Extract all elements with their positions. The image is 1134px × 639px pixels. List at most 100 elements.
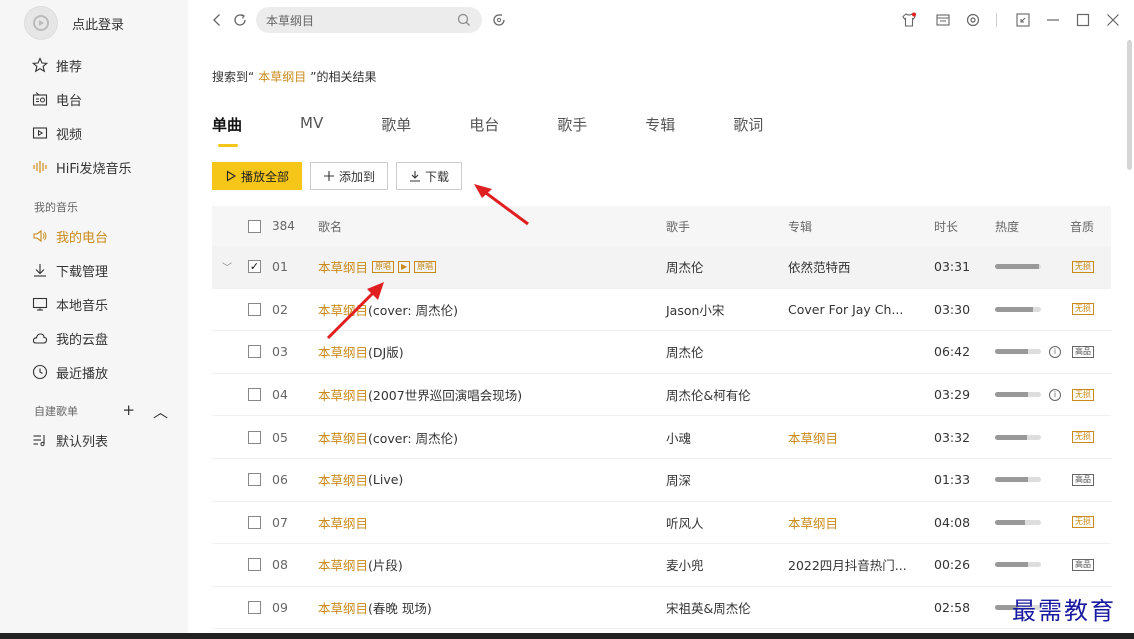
tab-albums[interactable]: 专辑 <box>645 114 675 135</box>
song-title[interactable]: 本草纲目 (cover: 周杰伦) <box>318 428 458 447</box>
skin-button[interactable] <box>900 11 918 29</box>
mini-mode-button[interactable] <box>934 11 952 29</box>
tab-mv[interactable]: MV <box>300 114 323 135</box>
song-title[interactable]: 本草纲目 (春晚 现场) <box>318 598 432 617</box>
song-title[interactable]: 本草纲目 原唱 ▶ 原唱 <box>318 257 437 276</box>
song-title[interactable]: 本草纲目 (片段) <box>318 555 403 574</box>
nav-item-recommend[interactable]: 推荐 <box>0 48 188 82</box>
row-checkbox[interactable] <box>248 302 261 316</box>
play-all-button[interactable]: 播放全部 <box>212 162 303 190</box>
song-title-keyword[interactable]: 本草纲目 <box>318 257 368 276</box>
table-row[interactable]: 05 本草纲目 (cover: 周杰伦) 小魂 本草纲目 03:32 无损 <box>212 416 1111 459</box>
nav-item-recent[interactable]: 最近播放 <box>0 355 188 389</box>
song-title-keyword[interactable]: 本草纲目 <box>318 513 368 532</box>
add-playlist-button[interactable]: + <box>122 401 135 422</box>
search-input[interactable] <box>266 13 456 27</box>
song-album[interactable]: 2022四月抖音热门... <box>788 555 907 574</box>
maximize-button[interactable] <box>1074 11 1092 29</box>
avatar[interactable] <box>24 6 58 40</box>
table-row[interactable]: ﹀01本草纲目原唱▶原唱周杰伦依然范特西03:31无损 <box>212 246 1111 289</box>
login-text[interactable]: 点此登录 <box>72 14 124 33</box>
download-button[interactable]: 下载 <box>396 162 463 190</box>
row-checkbox[interactable] <box>248 345 261 359</box>
song-title-keyword[interactable]: 本草纲目 <box>318 470 368 489</box>
song-badge[interactable]: 原唱 <box>372 260 395 273</box>
table-row[interactable]: 02 本草纲目 (cover: 周杰伦) Jason小宋 Cover For Jay … <box>212 289 1111 332</box>
song-artist[interactable]: 小魂 <box>666 428 691 447</box>
nav-label: 推荐 <box>56 59 83 75</box>
nav-item-video[interactable]: 视频 <box>0 116 188 150</box>
minimize-button[interactable] <box>1044 11 1062 29</box>
song-title-keyword[interactable]: 本草纲目 <box>318 598 368 617</box>
select-all-checkbox[interactable] <box>248 219 261 233</box>
nav-item-local-music[interactable]: 本地音乐 <box>0 287 188 321</box>
table-row[interactable]: 03 本草纲目 (DJ版) 周杰伦 06:42 i 高品 <box>212 331 1111 374</box>
row-checkbox[interactable] <box>248 473 261 487</box>
add-to-button[interactable]: 添加到 <box>310 162 389 190</box>
song-title[interactable]: 本草纲目 (Live) <box>318 470 403 489</box>
song-title[interactable]: 本草纲目 <box>318 513 368 532</box>
row-checkbox[interactable] <box>248 515 261 529</box>
song-title[interactable]: 本草纲目 (2007世界巡回演唱会现场) <box>318 385 522 404</box>
song-artist[interactable]: 周杰伦 <box>666 257 704 276</box>
login-area[interactable]: 点此登录 <box>24 6 124 40</box>
nav-item-default-playlist[interactable]: 默认列表 <box>0 423 188 457</box>
row-checkbox[interactable] <box>248 558 261 572</box>
song-album[interactable]: 本草纲目 <box>788 513 838 532</box>
close-button[interactable] <box>1104 11 1122 29</box>
tab-artists[interactable]: 歌手 <box>557 114 587 135</box>
nav-item-downloads[interactable]: 下载管理 <box>0 253 188 287</box>
table-row[interactable]: 04 本草纲目 (2007世界巡回演唱会现场) 周杰伦&柯有伦 03:29 i 无损 <box>212 374 1111 417</box>
song-album[interactable]: 本草纲目 <box>788 428 838 447</box>
song-artist[interactable]: 宋祖英&周杰伦 <box>666 598 751 617</box>
plus-icon <box>324 171 335 181</box>
song-artist[interactable]: 听风人 <box>666 513 704 532</box>
refresh-button[interactable] <box>231 11 249 29</box>
back-button[interactable] <box>208 11 226 29</box>
collapse-playlists-button[interactable]: ︿ <box>153 401 168 422</box>
table-row[interactable]: 09 本草纲目 (春晚 现场) 宋祖英&周杰伦 02:58 <box>212 587 1111 630</box>
table-row[interactable]: 08 本草纲目 (片段) 麦小兜 2022四月抖音热门... 00:26 高品 <box>212 544 1111 587</box>
song-badge[interactable]: 原唱 <box>414 260 437 273</box>
song-title-keyword[interactable]: 本草纲目 <box>318 428 368 447</box>
tab-lyrics[interactable]: 歌词 <box>733 114 763 135</box>
info-icon[interactable]: i <box>1049 388 1061 401</box>
song-album[interactable]: Cover For Jay Ch... <box>788 302 903 317</box>
song-title-keyword[interactable]: 本草纲目 <box>318 342 368 361</box>
song-title-keyword[interactable]: 本草纲目 <box>318 555 368 574</box>
tab-songs[interactable]: 单曲 <box>212 114 242 147</box>
song-artist[interactable]: Jason小宋 <box>666 300 724 319</box>
song-artist[interactable]: 周杰伦&柯有伦 <box>666 385 751 404</box>
song-title-keyword[interactable]: 本草纲目 <box>318 385 368 404</box>
row-checkbox[interactable] <box>248 601 261 615</box>
chevron-down-icon[interactable]: ﹀ <box>222 259 236 274</box>
info-icon[interactable]: i <box>1049 345 1061 358</box>
song-album[interactable]: 依然范特西 <box>788 257 851 276</box>
tab-playlists[interactable]: 歌单 <box>381 114 411 135</box>
table-row[interactable]: 07 本草纲目 听风人 本草纲目 04:08 无损 <box>212 502 1111 545</box>
nav-item-hifi[interactable]: HiFi发烧音乐 <box>0 150 188 184</box>
table-row[interactable]: 06 本草纲目 (Live) 周深 01:33 高品 <box>212 459 1111 502</box>
song-title-keyword[interactable]: 本草纲目 <box>318 300 368 319</box>
song-artist[interactable]: 周深 <box>666 470 691 489</box>
song-badge[interactable]: ▶ <box>398 260 411 273</box>
search-box[interactable] <box>256 7 482 33</box>
song-title[interactable]: 本草纲目 (cover: 周杰伦) <box>318 300 458 319</box>
song-title-suffix: (cover: 周杰伦) <box>368 302 458 318</box>
tab-radio[interactable]: 电台 <box>469 114 499 135</box>
song-artist[interactable]: 麦小兜 <box>666 555 704 574</box>
voice-search-button[interactable] <box>490 11 508 29</box>
nav-item-my-radio[interactable]: 我的电台 <box>0 219 188 253</box>
song-title[interactable]: 本草纲目 (DJ版) <box>318 342 404 361</box>
nav-item-cloud[interactable]: 我的云盘 <box>0 321 188 355</box>
row-checkbox[interactable] <box>248 260 261 274</box>
settings-button[interactable] <box>964 11 982 29</box>
row-checkbox[interactable] <box>248 388 261 402</box>
row-checkbox[interactable] <box>248 430 261 444</box>
compact-button[interactable] <box>1014 11 1032 29</box>
nav-item-radio[interactable]: 电台 <box>0 82 188 116</box>
scrollbar[interactable] <box>1127 40 1132 170</box>
row-number: 01 <box>272 259 288 275</box>
song-artist[interactable]: 周杰伦 <box>666 342 704 361</box>
search-icon[interactable] <box>456 12 472 28</box>
